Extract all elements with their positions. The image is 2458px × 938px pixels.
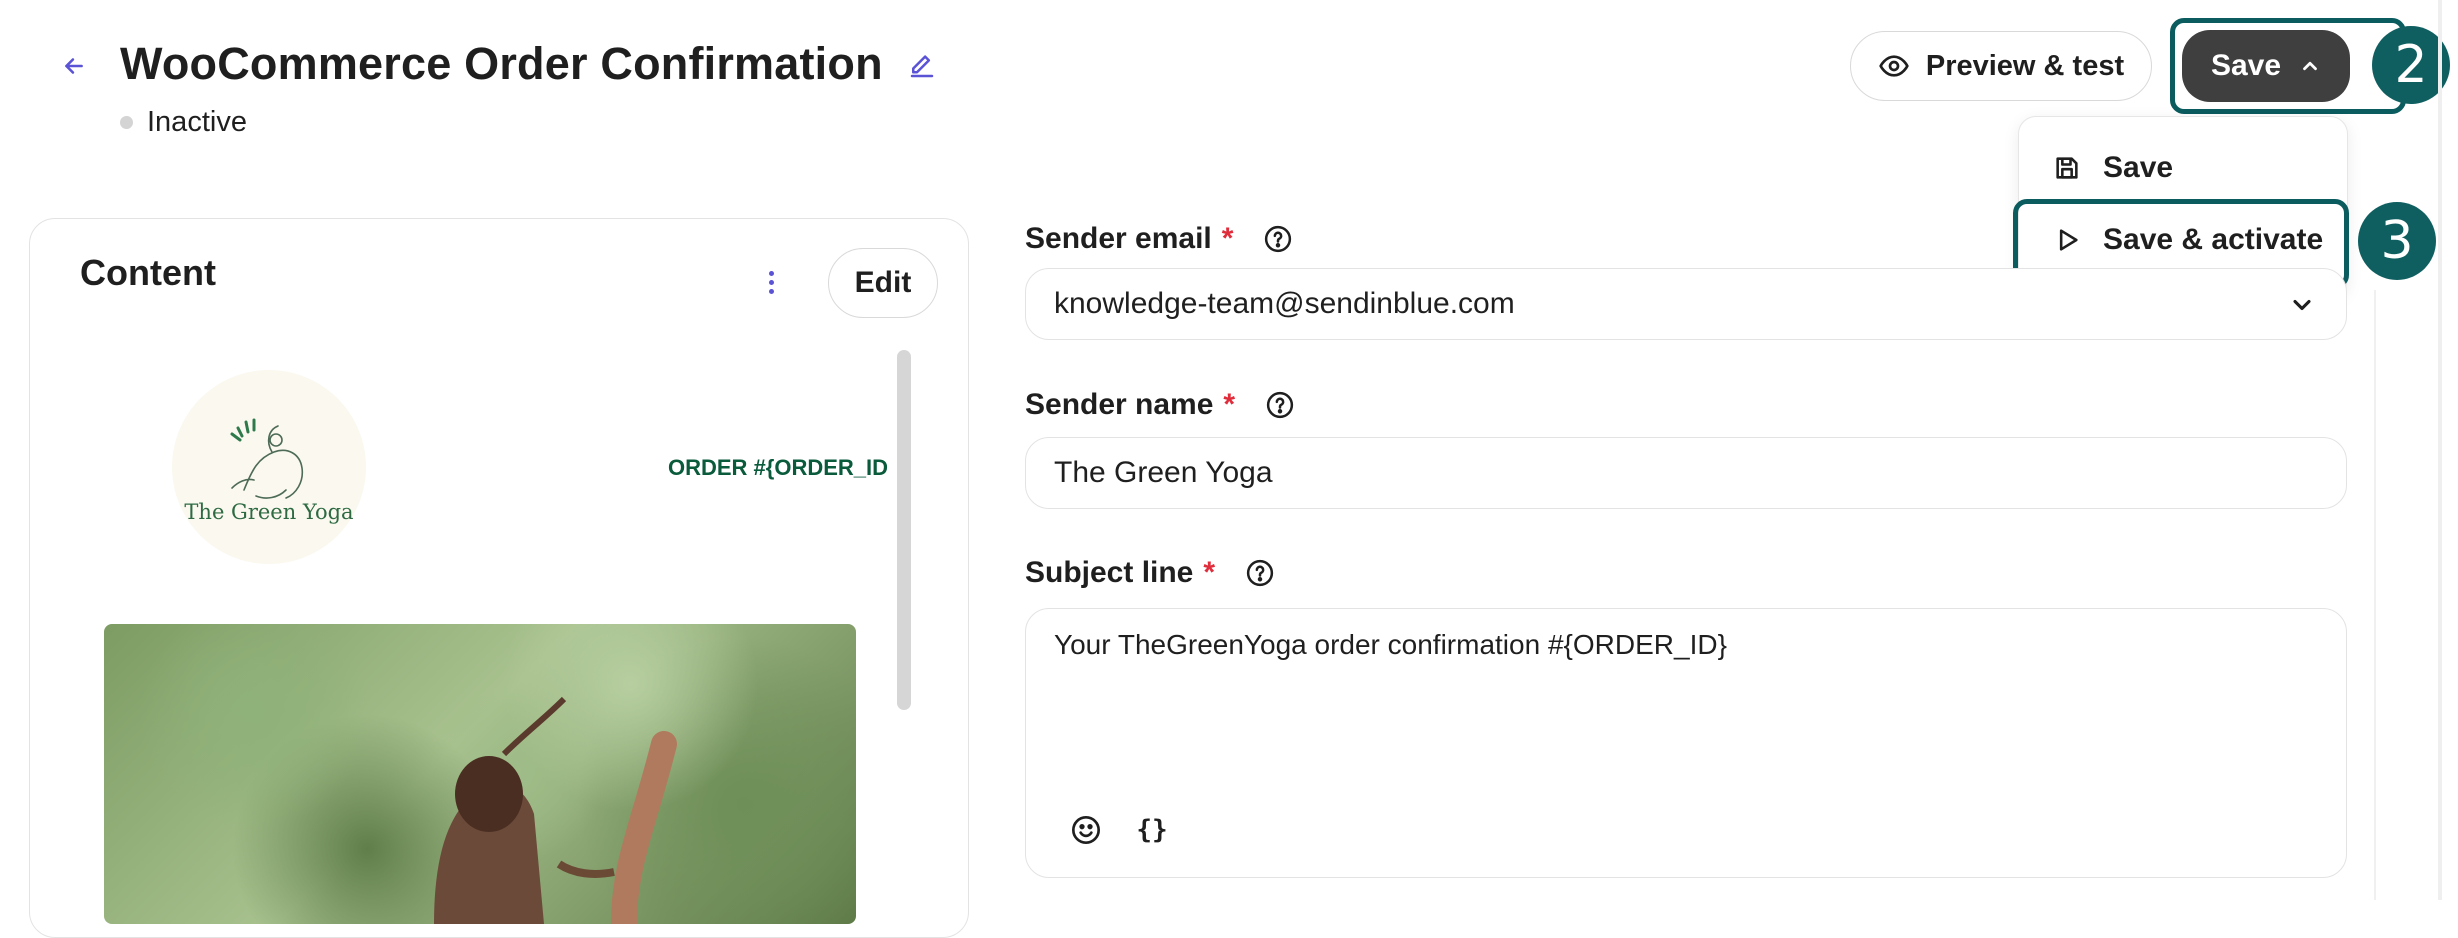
sender-name-value: The Green Yoga bbox=[1054, 456, 1273, 489]
emoji-icon[interactable] bbox=[1068, 812, 1104, 848]
status-indicator: Inactive bbox=[120, 106, 247, 139]
required-mark: * bbox=[1221, 222, 1234, 255]
subject-line-label-text: Subject line bbox=[1025, 556, 1194, 589]
status-label: Inactive bbox=[147, 106, 247, 138]
save-dropdown-button[interactable]: Save bbox=[2182, 30, 2350, 102]
menu-item-save[interactable]: Save bbox=[2019, 135, 2349, 201]
preview-test-button[interactable]: Preview & test bbox=[1850, 31, 2152, 101]
preview-test-label: Preview & test bbox=[1925, 49, 2125, 82]
edit-title-button[interactable] bbox=[900, 46, 944, 86]
chevron-up-icon bbox=[2303, 61, 2317, 71]
content-scrollbar[interactable] bbox=[897, 350, 911, 710]
edit-content-button[interactable]: Edit bbox=[828, 248, 938, 318]
sender-email-label-text: Sender email bbox=[1025, 222, 1212, 255]
help-icon[interactable] bbox=[1263, 224, 1293, 254]
insert-variable-icon[interactable]: {} bbox=[1134, 812, 1170, 848]
brand-logo-text: The Green Yoga bbox=[184, 500, 354, 524]
sender-email-value: knowledge-team@sendinblue.com bbox=[1054, 287, 1515, 320]
sender-email-label: Sender email * bbox=[1025, 222, 1293, 256]
more-options-icon[interactable] bbox=[756, 262, 786, 302]
brand-logo bbox=[172, 370, 366, 564]
floppy-disk-icon bbox=[2056, 157, 2078, 179]
help-icon[interactable] bbox=[1265, 390, 1295, 420]
page-scrollbar-track[interactable] bbox=[2438, 0, 2442, 900]
menu-item-save-activate-label: Save & activate bbox=[2103, 223, 2324, 256]
sender-email-select[interactable]: knowledge-team@sendinblue.com bbox=[1025, 268, 2347, 340]
sender-name-input[interactable]: The Green Yoga bbox=[1025, 437, 2347, 509]
yoga-figure-icon bbox=[230, 418, 304, 499]
chevron-down-icon bbox=[2293, 299, 2311, 311]
subject-line-label: Subject line * bbox=[1025, 556, 1275, 590]
status-dot bbox=[120, 116, 133, 129]
yoga-hero-image bbox=[104, 624, 856, 924]
step-marker-3: 3 bbox=[2358, 202, 2436, 280]
required-mark: * bbox=[1203, 556, 1216, 589]
required-mark: * bbox=[1223, 388, 1236, 421]
eye-icon bbox=[1879, 55, 1909, 77]
yoga-person-illustration bbox=[434, 696, 677, 924]
menu-item-save-label: Save bbox=[2103, 151, 2174, 184]
page-title: WooCommerce Order Confirmation bbox=[120, 38, 883, 89]
sender-name-label: Sender name * bbox=[1025, 388, 1295, 422]
help-icon[interactable] bbox=[1245, 558, 1275, 588]
subject-line-value: Your TheGreenYoga order confirmation #{O… bbox=[1054, 629, 1727, 660]
back-button[interactable] bbox=[52, 48, 96, 84]
sender-name-label-text: Sender name bbox=[1025, 388, 1214, 421]
arrow-left-icon bbox=[65, 58, 83, 74]
menu-item-save-activate[interactable]: Save & activate bbox=[2019, 207, 2349, 273]
pencil-icon bbox=[910, 55, 934, 78]
play-icon bbox=[2059, 229, 2078, 251]
order-id-text: ORDER #{ORDER_ID bbox=[668, 455, 889, 480]
content-card-title: Content bbox=[80, 252, 216, 293]
subject-line-textarea[interactable]: Your TheGreenYoga order confirmation #{O… bbox=[1025, 608, 2347, 878]
divider bbox=[2374, 290, 2376, 900]
save-button-label: Save bbox=[2210, 49, 2282, 82]
subject-line-toolbar: {} bbox=[1068, 812, 1170, 848]
